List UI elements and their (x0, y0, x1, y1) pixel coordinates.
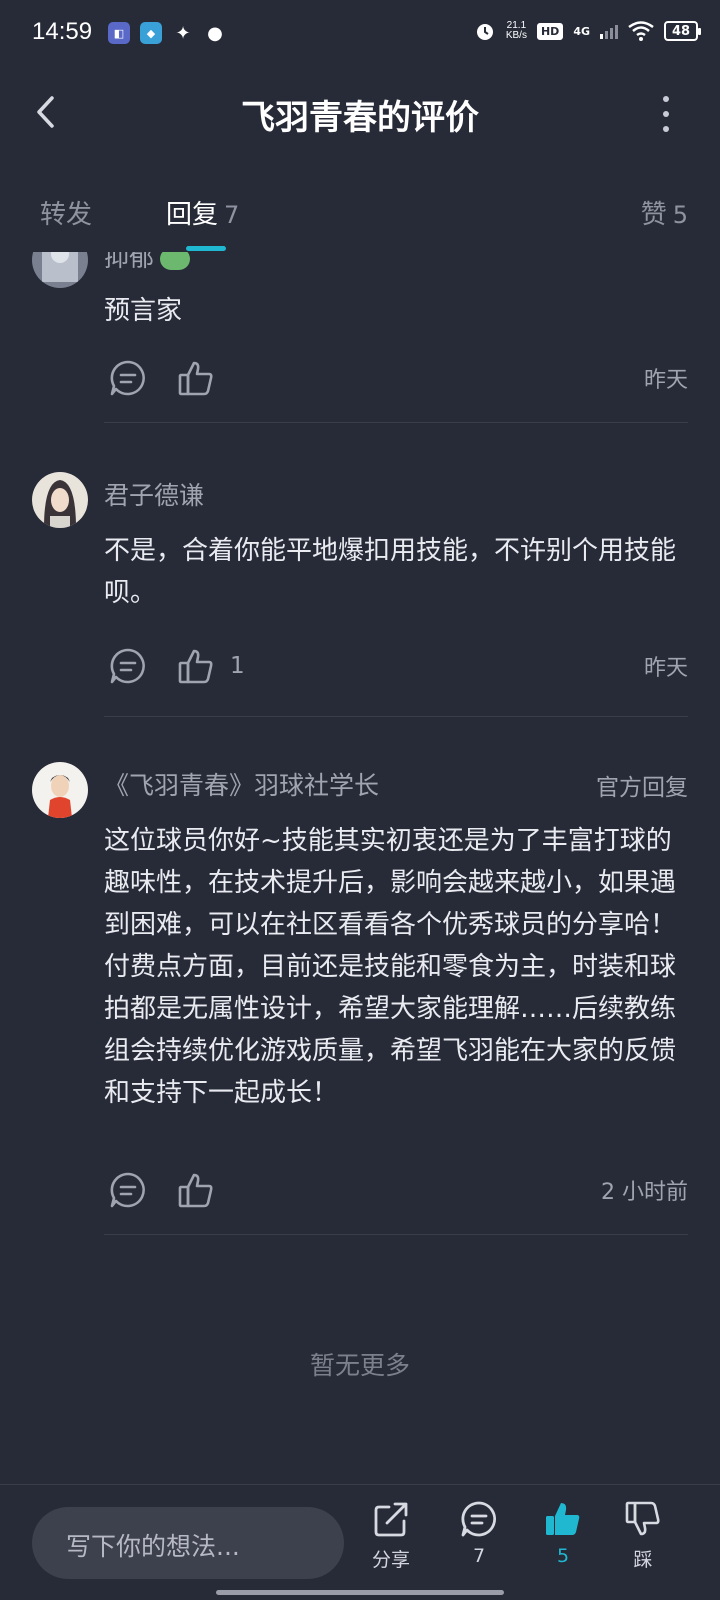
comment-time: 昨天 (643, 656, 688, 681)
net-speed-unit: KB/s (505, 30, 527, 41)
signal-bars-icon (600, 23, 618, 39)
comment-author[interactable]: 《飞羽青春》羽球社学长 (104, 766, 379, 802)
tab-replies-count: 7 (224, 201, 240, 229)
comment-input-placeholder: 写下你的想法... (66, 1532, 240, 1561)
comment-actions: 1 昨天 (104, 644, 688, 688)
comment-time: 昨天 (643, 368, 688, 393)
comment-text: 预言家 (104, 296, 183, 326)
battery-level: 48 (671, 23, 691, 39)
game-app-icon: ◆ (140, 22, 162, 44)
comment-item: 《飞羽青春》羽球社学长 官方回复 这位球员你好~技能其实初衷还是为了丰富打球的趣… (0, 758, 720, 1238)
avatar[interactable] (32, 252, 88, 288)
signal-type: 4G (573, 24, 590, 38)
dot-icon (663, 126, 669, 132)
avatar-image (32, 472, 88, 528)
reply-button[interactable] (108, 646, 148, 686)
reply-count: 7 (472, 1545, 486, 1567)
thumbs-up-filled-icon (546, 1503, 580, 1535)
comment-input[interactable]: 写下你的想法... (32, 1507, 344, 1579)
official-reply-tag: 官方回复 (596, 775, 688, 801)
author-name: 君子德谦 (104, 481, 205, 510)
wechat-icon: ● (207, 22, 223, 44)
tab-likes[interactable]: 赞5 (641, 194, 688, 231)
comment-author[interactable]: 抑郁 (104, 252, 191, 274)
comment-text: 这位球员你好~技能其实初衷还是为了丰富打球的趣味性，在技术提升后，影响会越来越小… (104, 826, 677, 1108)
tab-replies-label: 回复 (166, 200, 219, 230)
status-time: 14:59 (32, 18, 93, 45)
user-badge-icon (160, 252, 191, 270)
author-name: 抑郁 (104, 252, 155, 272)
tab-replies[interactable]: 回复 7 (166, 194, 239, 231)
bottom-action-bar: 写下你的想法... 分享 7 5 踩 (0, 1484, 720, 1600)
comment-list[interactable]: 抑郁 预言家 昨天 君子德谦 不是，合着你能平地爆扣用技能，不许别个用技能呗。 … (0, 252, 720, 1484)
like-count: 1 (230, 653, 245, 679)
notification-icons: ◧ ◆ ✦ ● (108, 22, 226, 44)
like-button[interactable] (176, 356, 230, 400)
comment-actions: 昨天 (104, 356, 688, 400)
reply-button[interactable] (108, 1170, 148, 1210)
comment-time: 2 小时前 (601, 1180, 688, 1205)
thumbs-up-icon (178, 649, 213, 684)
like-count-button[interactable]: 5 (528, 1499, 598, 1589)
reply-button[interactable] (108, 358, 148, 398)
active-tab-indicator (186, 246, 226, 251)
divider (104, 716, 688, 717)
tt-app-icon: ✦ (175, 22, 191, 44)
share-button[interactable]: 分享 (356, 1499, 426, 1589)
avatar-image (32, 762, 88, 818)
more-options-button[interactable] (656, 96, 676, 132)
comment-text: 不是，合着你能平地爆扣用技能，不许别个用技能呗。 (104, 536, 677, 608)
comment-actions: 2 小时前 (104, 1168, 688, 1212)
thumbs-up-icon (178, 1173, 213, 1208)
comment-item: 抑郁 预言家 昨天 (0, 252, 720, 428)
no-more-text: 暂无更多 (309, 1351, 410, 1380)
divider (104, 1234, 688, 1235)
dislike-label: 踩 (633, 1549, 653, 1571)
avatar-image (32, 252, 88, 288)
app-badge-icon: ◧ (108, 22, 130, 44)
wifi-icon (628, 21, 654, 41)
dot-icon (663, 111, 669, 117)
comment-icon (110, 648, 145, 684)
thumbs-up-icon (178, 361, 213, 396)
alarm-icon (476, 24, 493, 40)
home-indicator[interactable] (216, 1590, 504, 1595)
avatar[interactable] (32, 762, 88, 818)
battery-icon: 48 (664, 21, 701, 41)
comment-icon (110, 1172, 145, 1208)
dot-icon (663, 96, 669, 102)
thumbs-down-icon (625, 1501, 660, 1536)
author-name: 《飞羽青春》羽球社学长 (104, 771, 380, 800)
like-count-total: 5 (556, 1545, 570, 1567)
tab-forward[interactable]: 转发 (40, 194, 92, 231)
tab-likes-count: 5 (672, 201, 688, 229)
comment-author[interactable]: 君子德谦 (104, 476, 204, 512)
avatar[interactable] (32, 472, 88, 528)
header: 飞羽青春的评价 (0, 70, 720, 160)
reply-count-button[interactable]: 7 (444, 1499, 514, 1589)
like-button[interactable] (176, 1168, 230, 1212)
net-speed: 21.1 KB/s (506, 21, 527, 41)
comment-icon (461, 1501, 496, 1537)
hd-badge: HD (536, 22, 564, 40)
like-button[interactable]: 1 (176, 644, 245, 688)
divider (104, 422, 688, 423)
share-label: 分享 (371, 1549, 410, 1571)
tab-forward-label: 转发 (40, 200, 93, 230)
tab-bar: 转发 回复 7 赞5 (0, 180, 720, 252)
dislike-button[interactable]: 踩 (608, 1499, 678, 1589)
system-icons: 21.1 KB/s HD 4G 48 (474, 20, 701, 42)
tab-likes-label: 赞 (640, 200, 667, 230)
share-icon (374, 1502, 408, 1537)
status-bar: 14:59 ◧ ◆ ✦ ● 21.1 KB/s HD 4G 48 (0, 0, 720, 70)
page-title: 飞羽青春的评价 (241, 98, 479, 138)
comment-icon (110, 360, 145, 396)
comment-item: 君子德谦 不是，合着你能平地爆扣用技能，不许别个用技能呗。 1 昨天 (0, 468, 720, 718)
